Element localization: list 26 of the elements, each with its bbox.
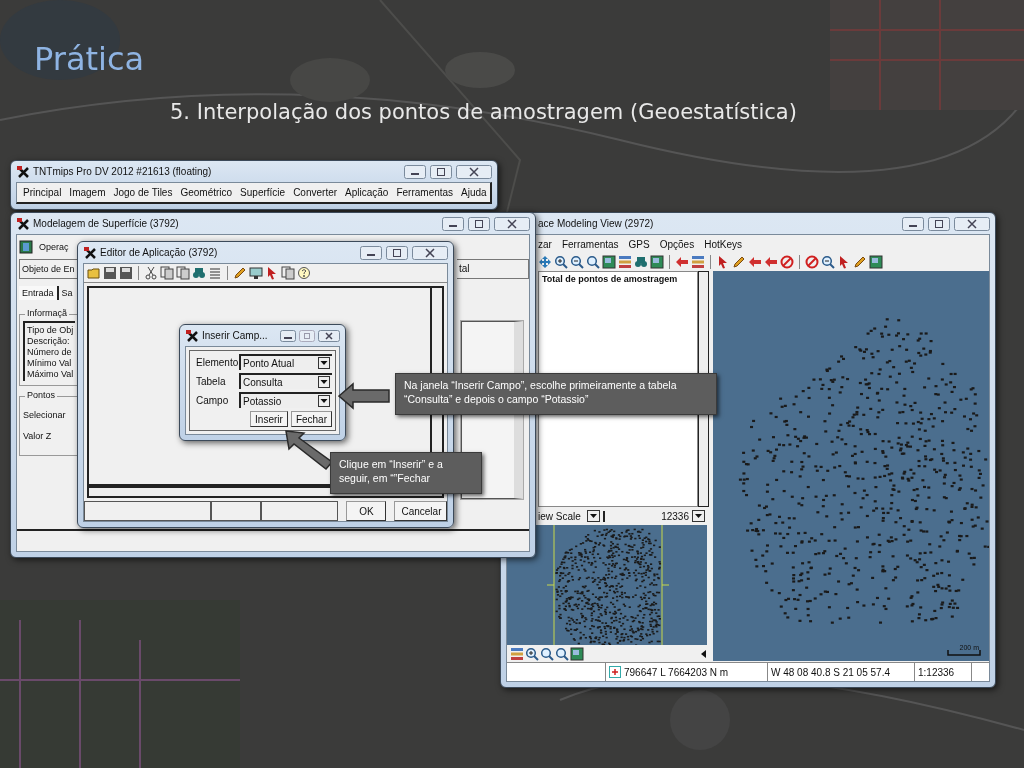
info-label: Número de — [27, 347, 73, 357]
slide-title: Prática — [34, 40, 145, 78]
scale-label: iew Scale — [538, 510, 582, 522]
group-title: Informaçã — [25, 308, 70, 318]
field-label: Selecionar — [23, 409, 67, 420]
coordinates-text: 796647 L 7664203 N m — [624, 666, 729, 678]
window-title: ace Modeling View (2972) — [538, 218, 654, 229]
info-label: Descrição: — [27, 336, 71, 346]
info-label: Máximo Val — [27, 369, 73, 379]
window-title: TNTmips Pro DV 2012 #21613 (floating) — [33, 166, 212, 177]
field-label: Elemento — [196, 356, 237, 368]
callout-tooltip: Na janela “Inserir Campo”, escolhe primeiramente a tabela “Consulta” e depois o campo “Potassio” — [395, 373, 717, 415]
field-label: Campo — [196, 394, 230, 406]
field-label: Valor Z — [23, 430, 53, 441]
field-label: Tabela — [196, 375, 227, 387]
info-label: Mínimo Val — [27, 358, 73, 368]
status-text: 1:12336 — [915, 663, 972, 681]
callout-tooltip: Clique em “Inserir” e a seguir, em “”Fechar — [330, 452, 482, 494]
slide-subtitle: 5. Interpolação dos pontos de amostragem (Geoestatística) — [170, 100, 797, 124]
window-title: Editor de Aplicação (3792) — [100, 247, 218, 258]
info-label: Tipo de Obj — [27, 325, 73, 335]
status-text: W 48 08 40.8 S 21 05 57.4 — [768, 663, 915, 681]
group-title: Pontos — [25, 390, 58, 400]
operation-label: Operaç — [39, 242, 69, 252]
window-title: Inserir Camp... — [202, 330, 268, 341]
window-title: Modelagem de Superfície (3792) — [33, 218, 179, 229]
